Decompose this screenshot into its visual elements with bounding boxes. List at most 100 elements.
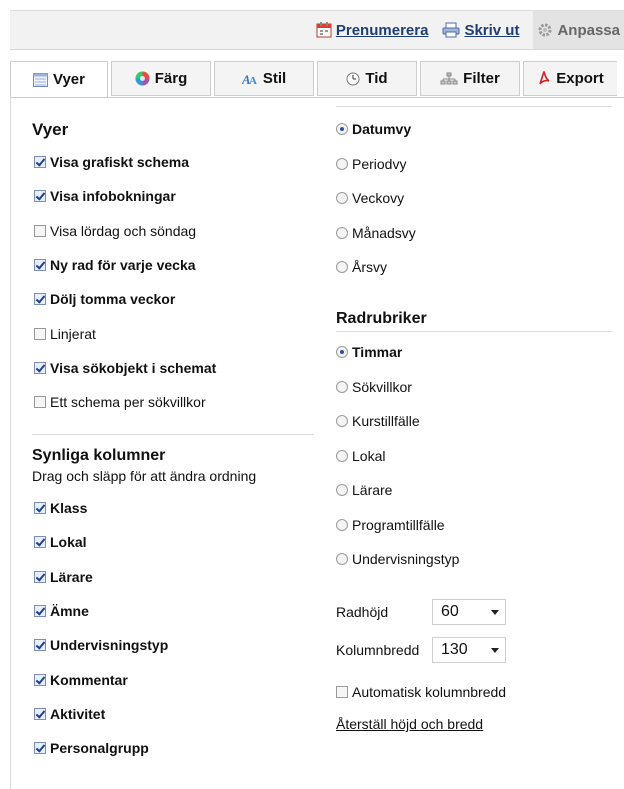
subscribe-link[interactable]: Prenumerera [316, 21, 429, 39]
radio-button[interactable] [336, 415, 348, 427]
checkbox-box[interactable] [34, 570, 46, 583]
reset-size-link[interactable]: Återställ höjd och bredd [336, 716, 483, 732]
radio-row[interactable]: Datumvy [336, 121, 411, 137]
tab-filter[interactable]: Filter [420, 61, 520, 96]
radio-button[interactable] [336, 346, 348, 358]
svg-text:A: A [249, 75, 257, 86]
checkbox-box[interactable] [34, 639, 46, 652]
checkbox-box[interactable] [34, 361, 46, 374]
tab-stil[interactable]: AA Stil [214, 61, 314, 96]
tab-tid[interactable]: Tid [317, 61, 417, 96]
radio-button[interactable] [336, 123, 348, 135]
checkbox-row[interactable]: Ett schema per sökvillkor [34, 394, 206, 410]
tab-tid-label: Tid [365, 70, 388, 87]
checkbox-label: Linjerat [50, 325, 96, 342]
radio-row[interactable]: Sökvillkor [336, 379, 412, 395]
subscribe-label: Prenumerera [335, 21, 429, 39]
views-heading: Vyer [32, 120, 69, 139]
radio-label: Lokal [352, 447, 386, 464]
radio-row[interactable]: Kurstillfälle [336, 413, 420, 429]
radio-row[interactable]: Undervisningstyp [336, 551, 459, 567]
clock-icon [346, 72, 360, 86]
radio-button[interactable] [336, 380, 348, 393]
checkbox-label: Ett schema per sökvillkor [50, 394, 206, 411]
customize-link[interactable]: Anpassa [533, 11, 624, 49]
radio-row[interactable]: Programtillfälle [336, 517, 445, 533]
radio-button[interactable] [336, 518, 348, 531]
radio-row[interactable]: Månadsvy [336, 225, 416, 241]
checkbox-row[interactable]: Linjerat [34, 326, 96, 342]
checkbox-label: Dölj tomma veckor [50, 291, 176, 308]
drag-hint: Drag och släpp för att ändra ordning [32, 468, 257, 484]
checkbox-box[interactable] [34, 604, 46, 617]
checkbox-row[interactable]: Visa lördag och söndag [34, 223, 196, 239]
radio-button[interactable] [336, 449, 348, 462]
tab-export-label: Export [556, 70, 604, 87]
print-link[interactable]: Skriv ut [442, 22, 519, 39]
checkbox-box[interactable] [34, 536, 46, 549]
print-label: Skriv ut [464, 21, 520, 39]
radio-label: Sökvillkor [352, 378, 412, 395]
checkbox-row[interactable]: Lokal [34, 534, 87, 550]
chevron-down-icon [491, 648, 499, 653]
checkbox-label: Kommentar [50, 671, 128, 688]
tab-vyer[interactable]: Vyer [10, 61, 108, 98]
checkbox-box[interactable] [34, 156, 46, 168]
checkbox-row[interactable]: Visa infobokningar [34, 188, 176, 204]
printer-icon [442, 22, 460, 38]
checkbox-box[interactable] [34, 396, 46, 409]
checkbox-label: Visa lördag och söndag [50, 222, 197, 239]
checkbox-row[interactable]: Aktivitet [34, 706, 105, 722]
checkbox-box[interactable] [34, 707, 46, 720]
checkbox-row[interactable]: Ämne [34, 603, 89, 619]
checkbox-box[interactable] [34, 190, 46, 203]
radio-button[interactable] [336, 553, 348, 565]
checkbox-label: Lärare [50, 568, 93, 585]
radio-row[interactable]: Veckovy [336, 190, 404, 206]
checkbox-label: Aktivitet [50, 705, 106, 722]
checkbox-box[interactable] [34, 742, 46, 755]
checkbox-row[interactable]: Visa sökobjekt i schemat [34, 360, 216, 376]
radio-row[interactable]: Periodvy [336, 156, 406, 172]
checkbox-label: Personalgrupp [50, 740, 149, 757]
column-width-label: Kolumnbredd [336, 642, 420, 658]
text-style-icon: AA [242, 72, 258, 86]
checkbox-box[interactable] [34, 293, 46, 306]
column-width-select[interactable]: 130 [432, 637, 506, 663]
checkbox-box[interactable] [34, 673, 46, 686]
radio-row[interactable]: Årsvy [336, 259, 387, 275]
checkbox-row[interactable]: Visa grafiskt schema [34, 154, 189, 170]
checkbox-row[interactable]: Lärare [34, 569, 93, 585]
row-headers-divider [336, 331, 612, 332]
radio-button[interactable] [336, 226, 348, 239]
checkbox-row[interactable]: Dölj tomma veckor [34, 291, 175, 307]
radio-button[interactable] [336, 484, 348, 496]
radio-label: Månadsvy [352, 224, 416, 241]
radio-row[interactable]: Lärare [336, 482, 392, 498]
checkbox-row[interactable]: Klass [34, 500, 87, 516]
checkbox-row[interactable]: Undervisningstyp [34, 637, 168, 653]
checkbox-row[interactable]: Kommentar [34, 672, 128, 688]
radio-label: Undervisningstyp [352, 551, 460, 567]
radio-row[interactable]: Lokal [336, 448, 385, 464]
visible-columns-heading: Synliga kolumner [32, 447, 166, 464]
checkbox-label: Ny rad för varje vecka [50, 256, 196, 273]
auto-column-width-checkbox[interactable]: Automatisk kolumnbredd [336, 684, 506, 700]
radio-row[interactable]: Timmar [336, 344, 402, 360]
checkbox-box[interactable] [34, 258, 46, 271]
list-view-icon [33, 72, 48, 87]
radio-button[interactable] [336, 261, 348, 273]
checkbox-row[interactable]: Ny rad för varje vecka [34, 257, 196, 273]
checkbox-label: Klass [50, 500, 88, 516]
checkbox-box[interactable] [34, 327, 46, 340]
radio-label: Timmar [352, 344, 403, 360]
tab-farg[interactable]: Färg [111, 61, 211, 96]
checkbox-box[interactable] [336, 686, 348, 698]
radio-button[interactable] [336, 192, 348, 204]
checkbox-box[interactable] [34, 502, 46, 514]
checkbox-row[interactable]: Personalgrupp [34, 740, 149, 756]
tab-export[interactable]: Export [523, 61, 617, 96]
row-height-select[interactable]: 60 [432, 599, 506, 625]
checkbox-box[interactable] [34, 224, 46, 237]
radio-button[interactable] [336, 157, 348, 170]
